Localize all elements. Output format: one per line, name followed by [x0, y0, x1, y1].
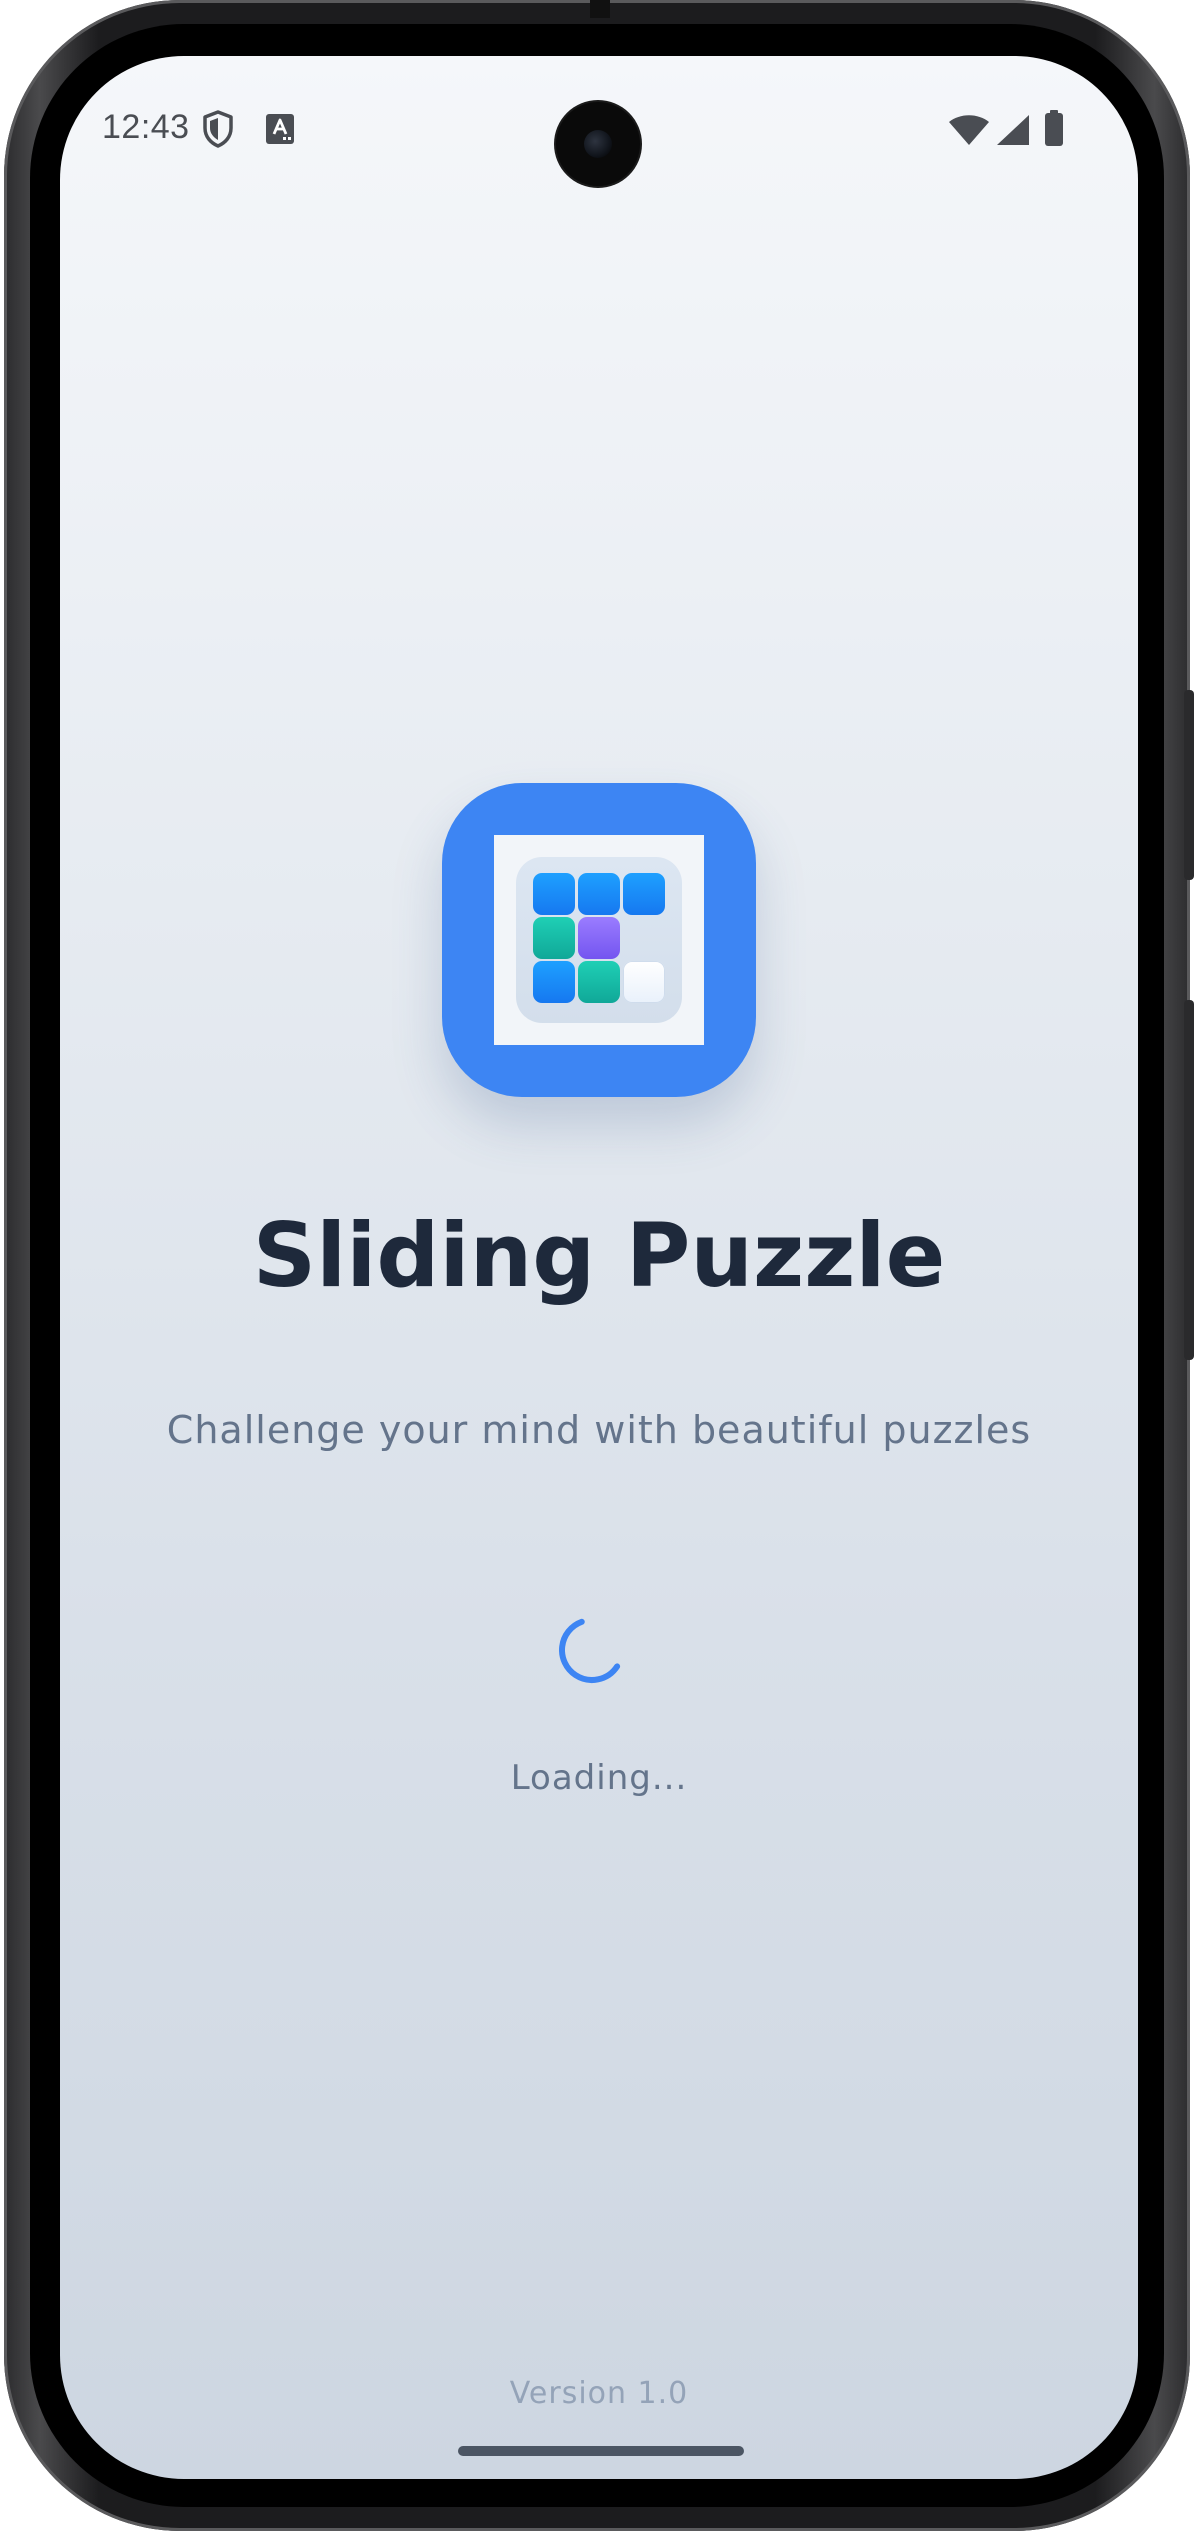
phone-frame: 12:43 Sliding Puzzle Challenge your mind…	[4, 0, 1194, 2531]
puzzle-tile	[533, 873, 575, 915]
puzzle-tile	[623, 873, 665, 915]
app-icon	[442, 783, 756, 1097]
puzzle-tile-empty	[623, 961, 665, 1003]
home-indicator[interactable]	[458, 2446, 744, 2456]
frame-antenna-line	[590, 0, 610, 18]
puzzle-tile	[533, 961, 575, 1003]
app-icon-canvas	[494, 835, 704, 1045]
cellular-signal-icon	[996, 114, 1030, 150]
battery-icon	[1044, 110, 1064, 150]
front-camera	[556, 102, 640, 186]
puzzle-board-icon	[516, 857, 682, 1023]
status-bar: 12:43	[60, 56, 1138, 206]
puzzle-tile	[578, 961, 620, 1003]
puzzle-tile	[578, 917, 620, 959]
screen: 12:43 Sliding Puzzle Challenge your mind…	[60, 56, 1138, 2479]
shield-icon	[202, 110, 234, 152]
wifi-icon	[948, 114, 990, 150]
loading-spinner-icon	[554, 1612, 630, 1688]
power-button	[1184, 690, 1194, 880]
status-time: 12:43	[102, 108, 190, 146]
font-download-icon	[266, 114, 294, 148]
version-label: Version 1.0	[509, 2376, 689, 2411]
loading-text: Loading...	[510, 1758, 688, 1798]
volume-button	[1184, 1000, 1194, 1360]
puzzle-tile	[533, 917, 575, 959]
puzzle-tile	[578, 873, 620, 915]
app-title: Sliding Puzzle	[252, 1204, 946, 1307]
app-subtitle: Challenge your mind with beautiful puzzl…	[166, 1408, 1032, 1452]
